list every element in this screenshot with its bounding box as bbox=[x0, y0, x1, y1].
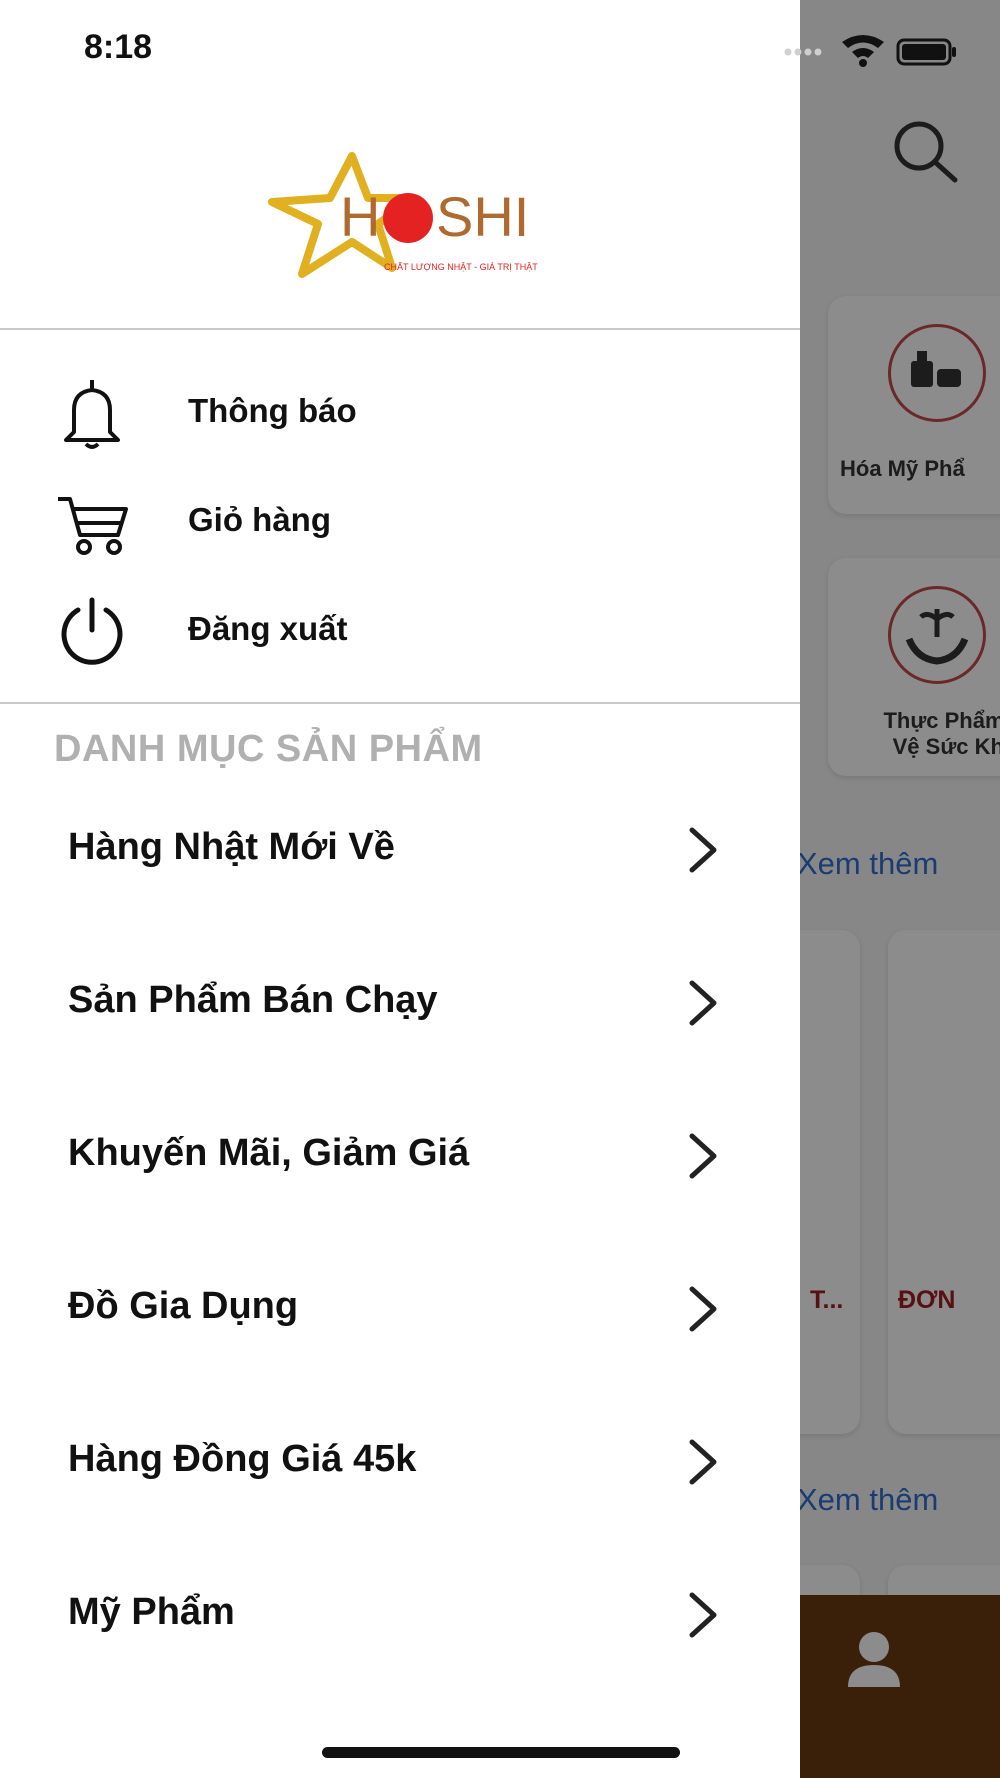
svg-text:SHI: SHI bbox=[436, 185, 529, 248]
menu-item-logout[interactable]: Đăng xuất bbox=[0, 576, 800, 676]
status-time: 8:18 bbox=[84, 28, 153, 66]
category-label: Sản Phẩm Bán Chạy bbox=[68, 979, 438, 1021]
menu-item-notifications[interactable]: Thông báo bbox=[0, 358, 800, 458]
chevron-right-icon bbox=[682, 1281, 722, 1337]
menu-item-label: Thông báo bbox=[188, 392, 357, 429]
chevron-right-icon bbox=[682, 1128, 722, 1184]
chevron-right-icon bbox=[682, 1434, 722, 1490]
divider bbox=[0, 702, 800, 704]
menu-item-cart[interactable]: Giỏ hàng bbox=[0, 467, 800, 567]
section-title: DANH MỤC SẢN PHẨM bbox=[54, 728, 483, 770]
drawer-scrim[interactable] bbox=[800, 0, 1000, 1778]
category-item[interactable]: Mỹ Phẩm bbox=[0, 1541, 800, 1691]
category-label: Mỹ Phẩm bbox=[68, 1591, 235, 1633]
menu-item-label: Đăng xuất bbox=[188, 610, 348, 647]
chevron-right-icon bbox=[682, 822, 722, 878]
category-item[interactable]: Sản Phẩm Bán Chạy bbox=[0, 929, 800, 1079]
status-icons bbox=[780, 30, 980, 70]
divider bbox=[0, 328, 800, 330]
side-drawer: 8:18 H SHI CHẤT LƯỢNG NHẬT - GIÁ TRỊ THẬ… bbox=[0, 0, 800, 1778]
category-item[interactable]: Hàng Đồng Giá 45k bbox=[0, 1388, 800, 1538]
category-label: Hàng Đồng Giá 45k bbox=[68, 1438, 417, 1480]
cart-icon bbox=[54, 485, 130, 561]
chevron-right-icon bbox=[682, 1587, 722, 1643]
hoshi-logo: H SHI CHẤT LƯỢNG NHẬT - GIÁ TRỊ THẬT bbox=[268, 150, 538, 285]
bell-icon bbox=[54, 376, 130, 452]
category-item[interactable]: Đồ Gia Dụng bbox=[0, 1235, 800, 1385]
category-label: Hàng Nhật Mới Về bbox=[68, 826, 395, 868]
category-label: Khuyến Mãi, Giảm Giá bbox=[68, 1132, 470, 1174]
power-icon bbox=[54, 594, 130, 670]
category-item[interactable]: Hàng Nhật Mới Về bbox=[0, 776, 800, 926]
category-label: Đồ Gia Dụng bbox=[68, 1285, 299, 1327]
category-item[interactable]: Khuyến Mãi, Giảm Giá bbox=[0, 1082, 800, 1232]
chevron-right-icon bbox=[682, 975, 722, 1031]
svg-text:CHẤT LƯỢNG NHẬT - GIÁ TRỊ THẬT: CHẤT LƯỢNG NHẬT - GIÁ TRỊ THẬT bbox=[384, 262, 538, 272]
svg-text:H: H bbox=[340, 185, 380, 248]
menu-item-label: Giỏ hàng bbox=[188, 501, 331, 538]
home-indicator bbox=[322, 1747, 680, 1758]
